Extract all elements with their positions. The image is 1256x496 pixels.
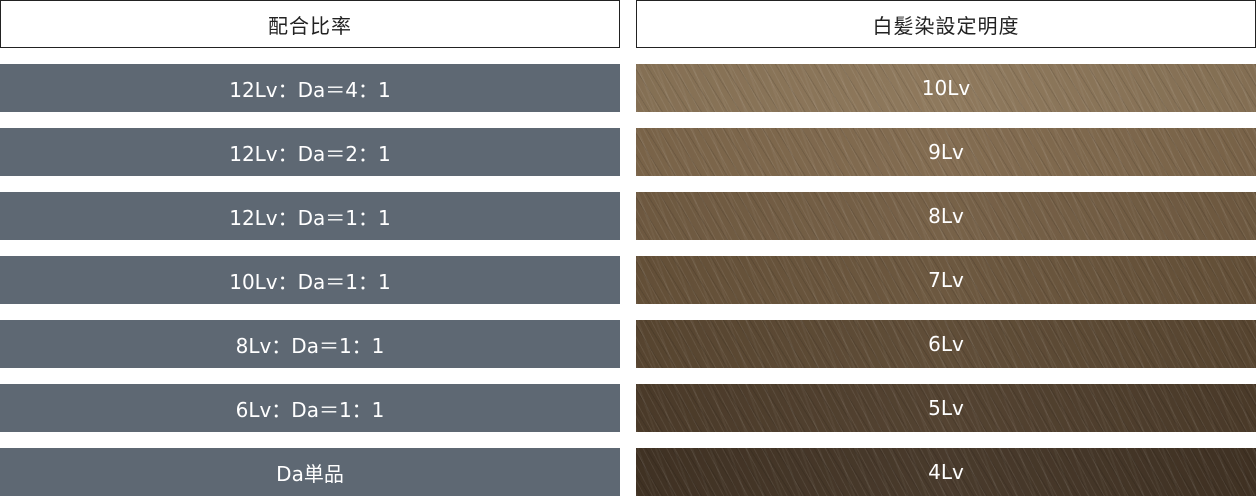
- mix-ratio-label: 12Lv：Da＝2：1: [229, 141, 391, 166]
- mix-ratio-label: 8Lv：Da＝1：1: [235, 333, 385, 358]
- hair-color-swatch: 7Lv: [636, 256, 1256, 304]
- level-label: 7Lv: [928, 268, 964, 292]
- mix-ratio-label: Da単品: [276, 461, 344, 486]
- level-label: 4Lv: [928, 460, 964, 484]
- mix-ratio-column: 配合比率 12Lv：Da＝4：1 12Lv：Da＝2：1 12Lv：Da＝1：1…: [0, 0, 620, 496]
- level-label: 5Lv: [928, 396, 964, 420]
- hair-color-swatch: 4Lv: [636, 448, 1256, 496]
- mix-ratio-row: 12Lv：Da＝1：1: [0, 192, 620, 240]
- mix-ratio-label: 6Lv：Da＝1：1: [235, 397, 385, 422]
- mix-ratio-row: 6Lv：Da＝1：1: [0, 384, 620, 432]
- mix-ratio-row: 12Lv：Da＝2：1: [0, 128, 620, 176]
- mix-ratio-list: 12Lv：Da＝4：1 12Lv：Da＝2：1 12Lv：Da＝1：1 10Lv…: [0, 64, 620, 496]
- mix-ratio-label: 12Lv：Da＝4：1: [229, 77, 391, 102]
- level-label: 8Lv: [928, 204, 964, 228]
- hair-color-swatch: 10Lv: [636, 64, 1256, 112]
- level-label: 9Lv: [928, 140, 964, 164]
- level-header: 白髪染設定明度: [636, 0, 1256, 48]
- level-label: 6Lv: [928, 332, 964, 356]
- hair-color-swatch: 6Lv: [636, 320, 1256, 368]
- hair-color-swatch: 5Lv: [636, 384, 1256, 432]
- mix-ratio-label: 10Lv：Da＝1：1: [229, 269, 391, 294]
- level-header-label: 白髪染設定明度: [872, 13, 1020, 38]
- mix-ratio-row: 8Lv：Da＝1：1: [0, 320, 620, 368]
- gray-coverage-level-column: 白髪染設定明度 10Lv 9Lv 8Lv 7Lv 6Lv 5Lv 4Lv: [636, 0, 1256, 496]
- mix-ratio-header: 配合比率: [0, 0, 620, 48]
- mix-ratio-row: Da単品: [0, 448, 620, 496]
- mix-ratio-header-label: 配合比率: [268, 13, 352, 38]
- level-label: 10Lv: [921, 76, 971, 100]
- level-swatch-list: 10Lv 9Lv 8Lv 7Lv 6Lv 5Lv 4Lv: [636, 64, 1256, 496]
- hair-color-swatch: 9Lv: [636, 128, 1256, 176]
- hair-color-swatch: 8Lv: [636, 192, 1256, 240]
- mix-ratio-row: 12Lv：Da＝4：1: [0, 64, 620, 112]
- mix-ratio-label: 12Lv：Da＝1：1: [229, 205, 391, 230]
- mix-ratio-row: 10Lv：Da＝1：1: [0, 256, 620, 304]
